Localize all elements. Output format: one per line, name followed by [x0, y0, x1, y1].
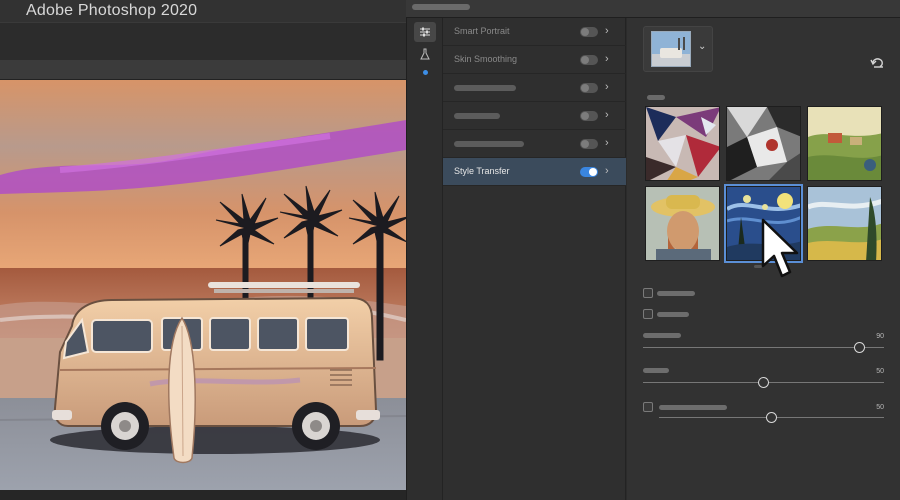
slider-label-placeholder — [643, 333, 681, 338]
option-label-placeholder — [657, 312, 689, 317]
chevron-right-icon[interactable]: › — [605, 137, 609, 149]
reference-image-dropdown[interactable]: ⌄ — [643, 26, 713, 72]
panel-toolbar — [406, 18, 443, 500]
option-label-placeholder — [657, 291, 695, 296]
option-row[interactable] — [643, 288, 743, 300]
slider-thumb[interactable] — [766, 412, 777, 423]
document-canvas[interactable] — [0, 80, 406, 490]
option-row[interactable] — [643, 309, 743, 321]
chevron-down-icon[interactable]: ⌄ — [698, 41, 706, 52]
filter-toggle[interactable] — [580, 55, 598, 65]
flask-icon — [420, 48, 430, 60]
slider-track[interactable] — [643, 347, 884, 348]
filter-row-skin-smoothing[interactable]: Skin Smoothing › — [443, 46, 626, 74]
style-thumb-self-portrait-hat[interactable] — [645, 186, 720, 261]
filter-label-placeholder — [454, 141, 524, 147]
filter-toggle[interactable] — [580, 27, 598, 37]
filter-toggle[interactable] — [580, 139, 598, 149]
canvas-area[interactable] — [0, 80, 406, 500]
sliders-icon — [420, 27, 430, 37]
filter-label: Skin Smoothing — [454, 54, 518, 64]
filter-label: Smart Portrait — [454, 26, 510, 36]
title-bar: Adobe Photoshop 2020 — [0, 0, 406, 22]
reference-image-thumbnail — [651, 31, 691, 67]
options-bar — [0, 22, 406, 62]
filter-row-placeholder[interactable]: › — [443, 74, 626, 102]
filter-row-smart-portrait[interactable]: Smart Portrait › — [443, 18, 626, 46]
option-checkbox[interactable] — [643, 288, 653, 298]
panel-tab[interactable] — [412, 4, 470, 10]
slider-label-placeholder — [643, 368, 669, 373]
beta-filters-button[interactable] — [414, 44, 436, 64]
filter-row-placeholder[interactable]: › — [443, 102, 626, 130]
option-checkbox[interactable] — [643, 309, 653, 319]
slider-value: 90 — [876, 333, 884, 340]
chevron-right-icon[interactable]: › — [605, 25, 609, 37]
style-thumb-cubist-portrait[interactable] — [726, 106, 801, 181]
option-checkbox[interactable] — [643, 402, 653, 412]
chevron-right-icon[interactable]: › — [605, 109, 609, 121]
chevron-right-icon[interactable]: › — [605, 81, 609, 93]
panel-header — [406, 0, 900, 18]
notification-dot — [423, 70, 428, 75]
filter-label-placeholder — [454, 113, 500, 119]
style-thumb-wheat-field[interactable] — [807, 186, 882, 261]
style-thumb-abstract-collage[interactable] — [645, 106, 720, 181]
filter-label-placeholder — [454, 85, 516, 91]
filters-tool-button[interactable] — [414, 22, 436, 42]
filter-list: Smart Portrait › Skin Smoothing › › › › … — [443, 18, 626, 500]
slider-thumb[interactable] — [758, 377, 769, 388]
filter-row-style-transfer[interactable]: Style Transfer › — [443, 158, 626, 186]
chevron-right-icon[interactable]: › — [605, 165, 609, 177]
filter-toggle[interactable] — [580, 167, 598, 177]
styles-section-label — [647, 95, 665, 100]
filter-toggle[interactable] — [580, 111, 598, 121]
chevron-right-icon[interactable]: › — [605, 53, 609, 65]
filter-row-placeholder[interactable]: › — [443, 130, 626, 158]
filter-toggle[interactable] — [580, 83, 598, 93]
reset-icon[interactable] — [870, 56, 886, 70]
app-title: Adobe Photoshop 2020 — [26, 2, 198, 19]
stylized-photo — [0, 80, 406, 490]
mouse-cursor-icon — [761, 218, 799, 278]
style-thumb-impressionist-village[interactable] — [807, 106, 882, 181]
slider-label-placeholder — [659, 405, 727, 410]
filter-label: Style Transfer — [454, 166, 510, 176]
slider-thumb[interactable] — [854, 342, 866, 353]
slider-value: 50 — [876, 404, 884, 411]
document-tab-bar — [0, 60, 406, 80]
slider-value: 50 — [876, 368, 884, 375]
